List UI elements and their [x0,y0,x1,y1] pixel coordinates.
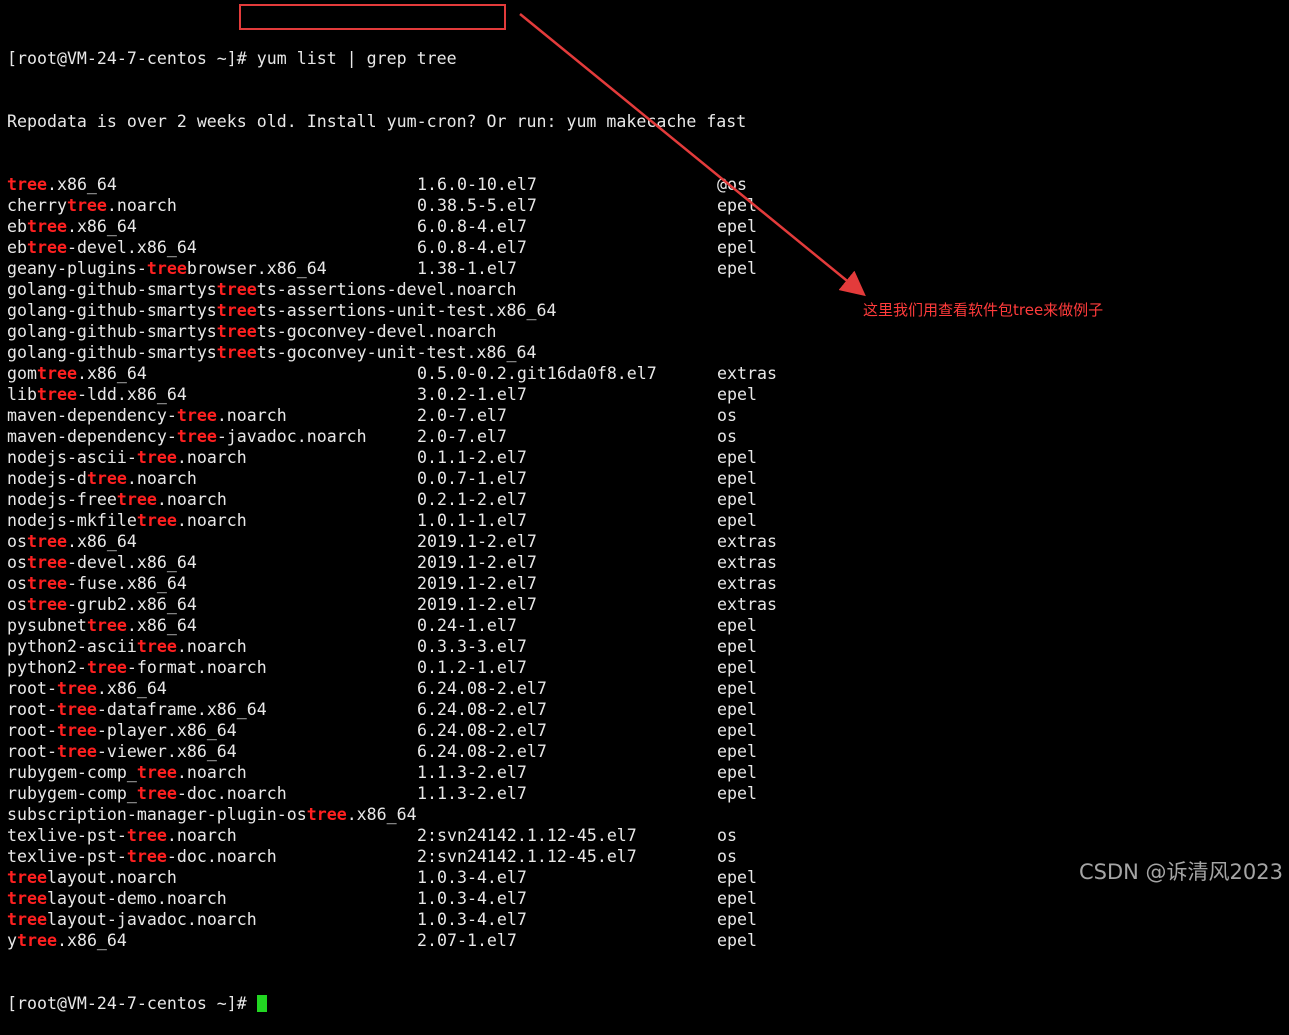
package-row: treelayout-javadoc.noarch 1.0.3-4.el7 epel [7,909,757,930]
package-name-suffix: .x86_64 [56,931,127,950]
package-version: 1.0.3-4.el7 [417,910,527,929]
match-highlight: tree [17,931,57,950]
package-name: ytree.x86_64 [7,931,127,950]
package-name: treelayout-javadoc.noarch [7,910,257,929]
package-name-prefix: y [7,931,17,950]
match-highlight: tree [7,910,47,929]
terminal-cursor [256,995,267,1012]
shell-prompt: [root@VM-24-7-centos ~]# [7,994,247,1013]
package-name-suffix: layout-javadoc.noarch [46,910,257,929]
annotation-arrow-icon [519,13,866,297]
package-repo: epel [717,931,757,950]
package-row: ytree.x86_64 2.07-1.el7 epel [7,930,757,951]
final-prompt-line[interactable]: [root@VM-24-7-centos ~]# [7,993,746,1014]
watermark: CSDN @诉清风2023 [1079,860,1283,884]
package-repo: epel [717,910,757,929]
package-version: 2.07-1.el7 [417,931,517,950]
annotation-note: 这里我们用查看软件包tree来做例子 [863,301,1104,319]
